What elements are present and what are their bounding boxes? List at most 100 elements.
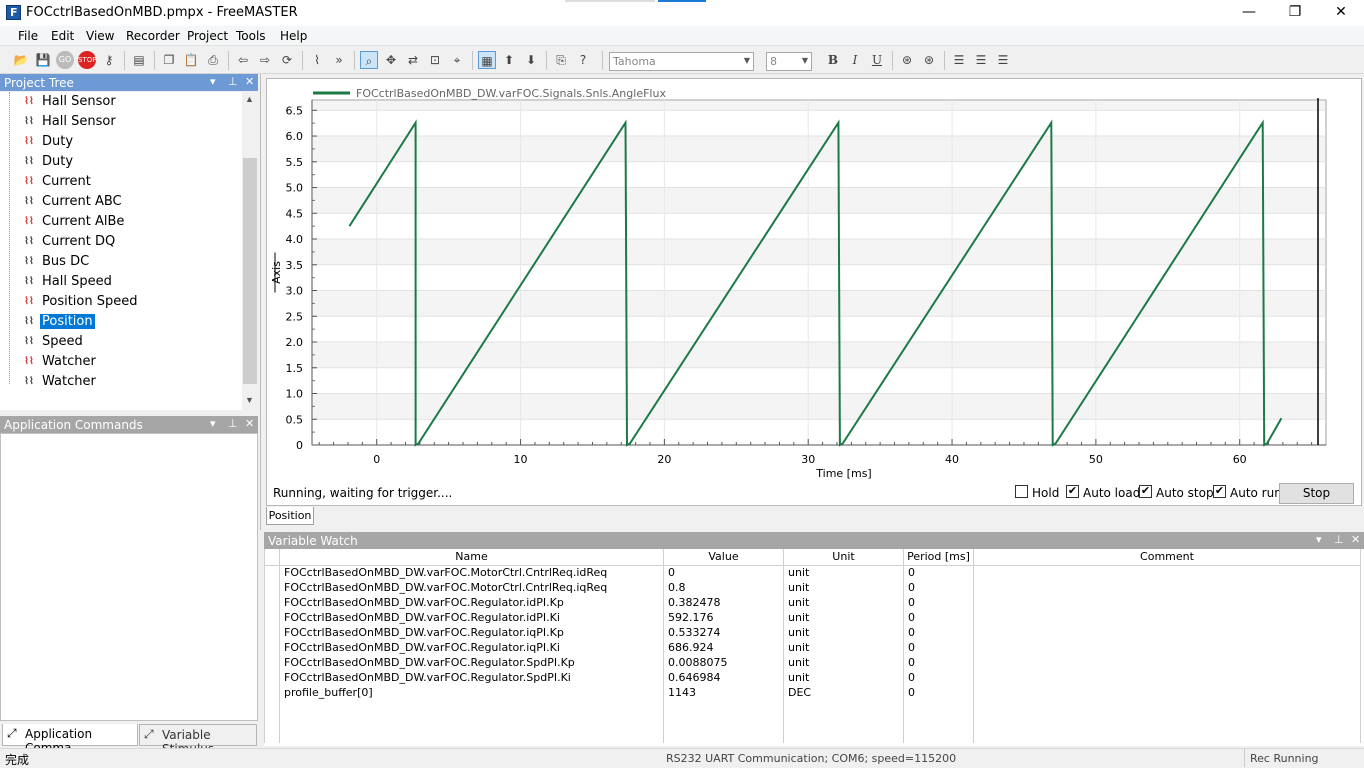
tree-item-bus-dc[interactable]: ⌇⌇ Bus DC [18,252,238,272]
scroll-down-icon[interactable]: ▼ [245,395,254,405]
cell-unit[interactable]: unit [783,670,904,685]
empty-cell[interactable] [903,700,974,715]
tree-item-hall-speed[interactable]: ⌇⌇ Hall Speed [18,272,238,292]
auto-run-checkbox[interactable]: ✔ [1213,485,1226,498]
cell-name[interactable]: FOCctrlBasedOnMBD_DW.varFOC.Regulator.iq… [279,625,664,640]
table-row[interactable]: FOCctrlBasedOnMBD_DW.varFOC.Regulator.id… [264,595,1361,610]
cell-comment[interactable] [973,685,1361,700]
bold-icon[interactable]: B [824,51,842,69]
panel-close-icon[interactable]: ✕ [1351,533,1360,546]
format-icon[interactable]: ⊛ [898,51,916,69]
column-header-value[interactable]: Value [663,549,784,566]
cell-period[interactable]: 0 [903,640,974,655]
cell-unit[interactable]: unit [783,565,904,580]
table-row[interactable]: FOCctrlBasedOnMBD_DW.varFOC.MotorCtrl.Cn… [264,565,1361,580]
cell-comment[interactable] [973,610,1361,625]
cell-value[interactable]: 686.924 [663,640,784,655]
empty-cell[interactable] [973,700,1361,715]
cell-period[interactable]: 0 [903,625,974,640]
hold-checkbox[interactable] [1015,485,1028,498]
panel-menu-icon[interactable]: ▾ [210,417,216,430]
cell-unit[interactable]: DEC [783,685,904,700]
cell-unit[interactable]: unit [783,595,904,610]
refresh-icon[interactable]: ⟳ [278,51,296,69]
project-tree-scrollbar[interactable]: ▲ ▼ [242,92,258,410]
row-header[interactable] [264,580,280,595]
column-header-unit[interactable]: Unit [783,549,904,566]
cell-name[interactable]: FOCctrlBasedOnMBD_DW.varFOC.Regulator.Sp… [279,655,664,670]
menu-tools[interactable]: Tools [236,29,266,43]
align-right-icon[interactable]: ☰ [994,51,1012,69]
arrow-down-icon[interactable]: ⬇ [522,51,540,69]
grid-icon[interactable]: ▦ [478,51,496,69]
menu-recorder[interactable]: Recorder [126,29,180,43]
tree-item-current[interactable]: ⌇⌇ Current [18,172,238,192]
cell-value[interactable]: 0 [663,565,784,580]
key-icon[interactable]: ⚷ [100,51,118,69]
cell-comment[interactable] [973,670,1361,685]
cell-unit[interactable]: unit [783,640,904,655]
close-button[interactable]: ✕ [1318,0,1364,26]
menu-edit[interactable]: Edit [51,29,74,43]
stop-button[interactable]: Stop [1279,483,1354,504]
panel-close-icon[interactable]: ✕ [245,417,254,430]
pan-icon[interactable]: ⇄ [404,51,422,69]
oscilloscope-chart[interactable]: 0 0.5 1.0 1.5 2.0 2.5 3.0 3.5 4.0 4.5 5.0 5.5 6.0 6.5… [270,84,1336,482]
row-header[interactable] [264,685,280,700]
help-icon[interactable]: ? [574,51,592,69]
save-icon[interactable]: 💾 [34,51,52,69]
cell-value[interactable]: 0.8 [663,580,784,595]
cell-name[interactable]: profile_buffer[0] [279,685,664,700]
maximize-button[interactable]: ❐ [1272,0,1318,26]
cell-name[interactable]: FOCctrlBasedOnMBD_DW.varFOC.MotorCtrl.Cn… [279,565,664,580]
cell-period[interactable]: 0 [903,595,974,610]
table-row[interactable]: FOCctrlBasedOnMBD_DW.varFOC.MotorCtrl.Cn… [264,580,1361,595]
paste-icon[interactable]: 📋 [182,51,200,69]
cell-unit[interactable]: unit [783,655,904,670]
menu-view[interactable]: View [86,29,114,43]
cell-unit[interactable]: unit [783,580,904,595]
cell-period[interactable]: 0 [903,655,974,670]
cell-comment[interactable] [973,580,1361,595]
zoom-fit-icon[interactable]: ✥ [382,51,400,69]
cell-name[interactable]: FOCctrlBasedOnMBD_DW.varFOC.Regulator.Sp… [279,670,664,685]
tab-variable-stimulus[interactable]: ⤢ Variable Stimulus [139,724,257,756]
tab-position[interactable]: Position [266,507,314,525]
tree-item-speed[interactable]: ⌇⌇ Speed [18,332,238,352]
tab-application-commands[interactable]: ⤢ Application Comma... [2,724,138,755]
row-header[interactable] [264,670,280,685]
table-row-empty[interactable] [264,700,1361,715]
underline-icon[interactable]: U [868,51,886,69]
column-header-period[interactable]: Period [ms] [903,549,974,566]
panel-close-icon[interactable]: ✕ [245,75,254,88]
tree-item-watcher[interactable]: ⌇⌇ Watcher [18,352,238,372]
tree-item-current-albe[interactable]: ⌇⌇ Current AlBe [18,212,238,232]
cell-name[interactable]: FOCctrlBasedOnMBD_DW.varFOC.MotorCtrl.Cn… [279,580,664,595]
more-icon[interactable]: » [330,51,348,69]
cell-value[interactable]: 1143 [663,685,784,700]
tree-item-watcher[interactable]: ⌇⌇ Watcher [18,372,238,392]
table-row[interactable]: FOCctrlBasedOnMBD_DW.varFOC.Regulator.id… [264,610,1361,625]
scroll-thumb[interactable] [243,158,257,384]
row-header[interactable] [264,595,280,610]
menu-help[interactable]: Help [280,29,307,43]
tree-item-current-abc[interactable]: ⌇⌇ Current ABC [18,192,238,212]
cell-period[interactable]: 0 [903,670,974,685]
menu-file[interactable]: File [18,29,38,43]
zoom-icon[interactable]: ⊡ [426,51,444,69]
menu-project[interactable]: Project [187,29,228,43]
back-icon[interactable]: ⇦ [234,51,252,69]
auto-stop-checkbox[interactable]: ✔ [1139,485,1152,498]
column-header-comment[interactable]: Comment [973,549,1361,566]
scroll-up-icon[interactable]: ▲ [245,94,254,104]
tree-item-position-speed[interactable]: ⌇⌇ Position Speed [18,292,238,312]
align-center-icon[interactable]: ☰ [972,51,990,69]
row-header[interactable] [264,565,280,580]
table-row[interactable]: profile_buffer[0] 1143 DEC 0 [264,685,1361,700]
cell-period[interactable]: 0 [903,610,974,625]
auto-load-checkbox[interactable]: ✔ [1066,485,1079,498]
cell-name[interactable]: FOCctrlBasedOnMBD_DW.varFOC.Regulator.id… [279,610,664,625]
row-header[interactable] [264,655,280,670]
cell-name[interactable]: FOCctrlBasedOnMBD_DW.varFOC.Regulator.iq… [279,640,664,655]
cell-comment[interactable] [973,640,1361,655]
